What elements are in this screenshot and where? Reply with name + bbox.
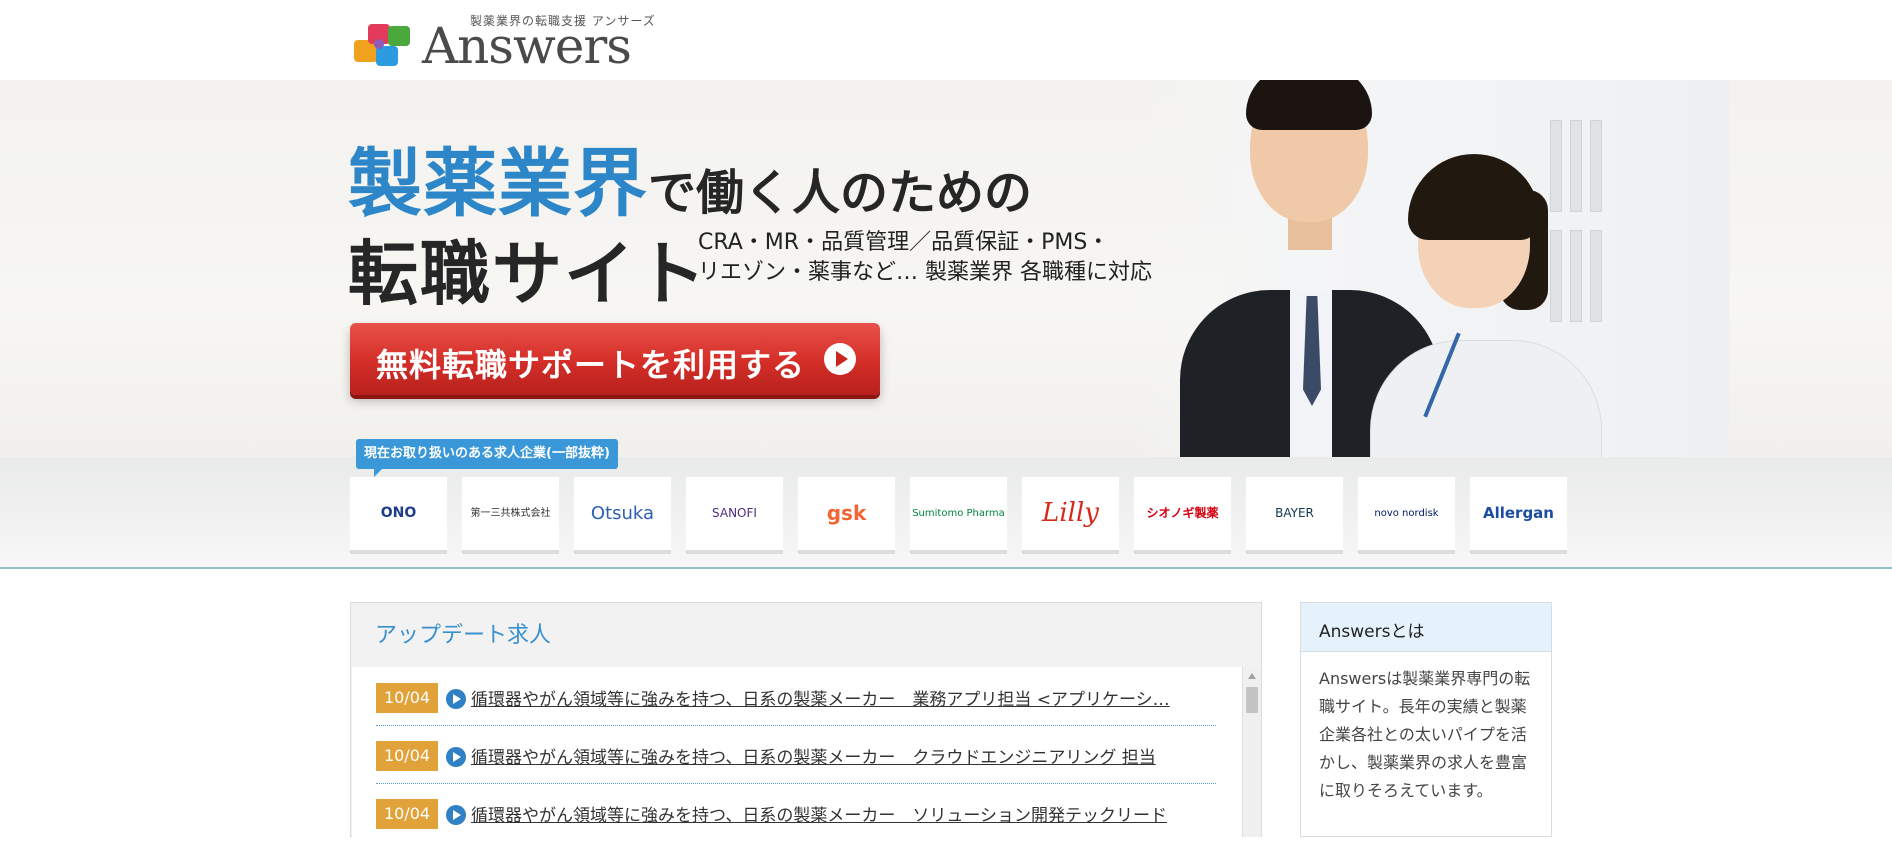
company-logo-name: gsk: [826, 501, 867, 525]
play-circle-icon: [446, 747, 466, 767]
company-logo-name: 第一三共株式会社: [470, 508, 551, 519]
play-circle-icon: [446, 805, 466, 825]
about-title: Answersとは: [1319, 622, 1425, 642]
company-logo-name: SANOFI: [712, 506, 757, 520]
logo-wordmark: Answers: [422, 17, 632, 75]
job-date-badge: 10/04: [376, 799, 438, 829]
company-logo-card: gsk: [798, 477, 895, 550]
company-logo-strip: 現在お取り扱いのある求人企業(一部抜粋) ONO 第一三共株式会社 Otsuka SA…: [0, 439, 1892, 569]
company-logo-card: BAYER: [1246, 477, 1343, 550]
company-logo-name: ONO: [380, 505, 417, 521]
company-logo-card: Sumitomo Pharma: [910, 477, 1007, 550]
job-date-badge: 10/04: [376, 741, 438, 771]
company-logo-card: Otsuka: [574, 477, 671, 550]
scrollbar-thumb[interactable]: [1246, 687, 1258, 713]
scroll-up-arrow-icon[interactable]: [1248, 673, 1256, 679]
company-logo-name: Lilly: [1042, 498, 1099, 528]
job-row: 10/04 循環器やがん領域等に強みを持つ、日系の製薬メーカー ソリューション開…: [376, 783, 1216, 841]
hero-subtitle: CRA・MR・品質管理／品質保証・PMS・ リエゾン・薬事など… 製薬業界 各職…: [698, 228, 1152, 288]
about-header: Answersとは: [1301, 603, 1551, 652]
update-jobs-panel: アップデート求人 10/04 循環器やがん領域等に強みを持つ、日系の製薬メーカー…: [350, 602, 1262, 837]
hero-headline-rest: で働く人のための: [648, 165, 1033, 221]
company-strip-tab: 現在お取り扱いのある求人企業(一部抜粋): [356, 439, 618, 477]
job-list-scrollbar[interactable]: [1242, 667, 1261, 837]
free-support-button-label: 無料転職サポートを利用する: [376, 346, 806, 384]
company-logo-name: BAYER: [1275, 506, 1314, 520]
job-link[interactable]: 循環器やがん領域等に強みを持つ、日系の製薬メーカー クラウドエンジニアリング 担…: [471, 743, 1211, 768]
job-link[interactable]: 循環器やがん領域等に強みを持つ、日系の製薬メーカー ソリューション開発テックリー…: [471, 801, 1211, 826]
site-header: 製薬業界の転職支援 アンサーズ Answers: [0, 0, 1892, 80]
hero-subtitle-line1: CRA・MR・品質管理／品質保証・PMS・: [698, 230, 1110, 255]
about-answers-box: Answersとは Answersは製薬業界専門の転職サイト。長年の実績と製薬企…: [1300, 602, 1552, 837]
site-logo[interactable]: 製薬業界の転職支援 アンサーズ Answers: [350, 8, 660, 75]
company-logo-name: Allergan: [1482, 504, 1554, 522]
hero-headline-line2: 転職サイト: [348, 233, 708, 315]
company-logo-card: novo nordisk: [1358, 477, 1455, 550]
update-jobs-list: 10/04 循環器やがん領域等に強みを持つ、日系の製薬メーカー 業務アプリ担当 …: [352, 667, 1242, 837]
play-circle-icon: [446, 689, 466, 709]
company-logo-name: シオノギ製薬: [1146, 506, 1219, 520]
company-logo-name: Otsuka: [590, 503, 655, 524]
company-logo-card: 第一三共株式会社: [462, 477, 559, 550]
job-row: 10/04 循環器やがん領域等に強みを持つ、日系の製薬メーカー 業務アプリ担当 …: [376, 667, 1216, 726]
job-link[interactable]: 循環器やがん領域等に強みを持つ、日系の製薬メーカー 業務アプリ担当 <アプリケー…: [471, 685, 1211, 710]
job-row: 10/04 循環器やがん領域等に強みを持つ、日系の製薬メーカー クラウドエンジニ…: [376, 725, 1216, 784]
company-logo-name: Sumitomo Pharma: [912, 508, 1005, 519]
update-jobs-title: アップデート求人: [375, 623, 552, 648]
company-logo-card: SANOFI: [686, 477, 783, 550]
play-arrow-icon: [824, 343, 856, 375]
hero-banner: 製薬業界で働く人のための 転職サイト CRA・MR・品質管理／品質保証・PMS・…: [0, 80, 1892, 457]
company-logo-card: ONO: [350, 477, 447, 550]
free-support-button[interactable]: 無料転職サポートを利用する: [350, 323, 880, 395]
hero-subtitle-line2: リエゾン・薬事など… 製薬業界 各職種に対応: [698, 260, 1152, 285]
company-logo-name: novo nordisk: [1374, 508, 1439, 519]
about-description: Answersは製薬業界専門の転職サイト。長年の実績と製薬企業各社との太いパイプ…: [1319, 669, 1531, 800]
hero-headline-highlight: 製薬業界: [348, 141, 648, 227]
hero-headline: 製薬業界で働く人のための: [348, 124, 1032, 231]
company-logo-card: Allergan: [1470, 477, 1567, 550]
company-logo-card: Lilly: [1022, 477, 1119, 550]
job-date-badge: 10/04: [376, 683, 438, 713]
company-logo-card: シオノギ製薬: [1134, 477, 1231, 550]
puzzle-logo-icon: [354, 24, 410, 66]
